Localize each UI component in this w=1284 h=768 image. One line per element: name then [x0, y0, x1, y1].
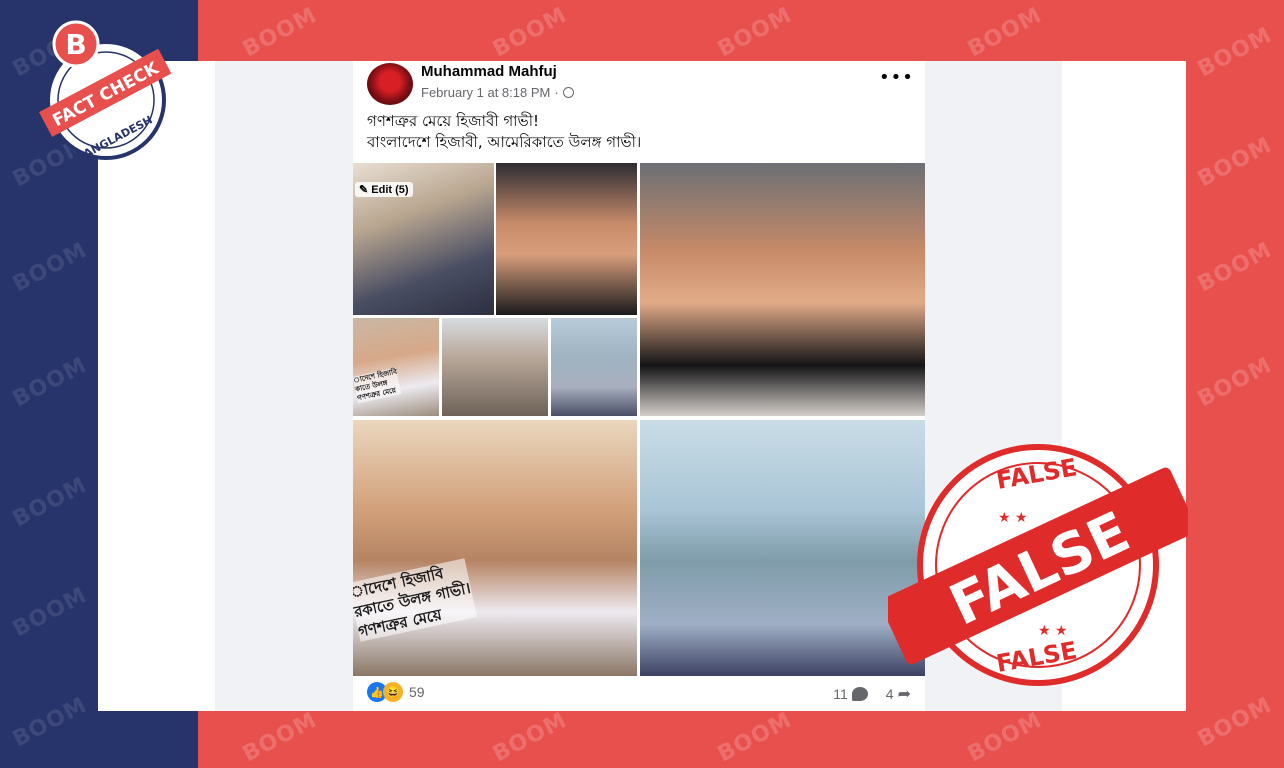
comment-count: 11 [833, 686, 848, 702]
meta-separator: · [554, 85, 559, 100]
post-caption: গণশত্রুর মেয়ে হিজাবী গাভী! বাংলাদেশে হি… [367, 111, 641, 153]
photo-girl-white-top-large[interactable]: াদেশে হিজাবি রকাতে উলঙ্গ গাভী। গণশত্রুর … [353, 420, 637, 676]
more-options-icon[interactable]: ••• [879, 67, 914, 88]
reactions-summary[interactable]: 👍 😆 59 [367, 682, 425, 702]
comments-stat[interactable]: 11 [833, 686, 868, 702]
facebook-post: Muhammad Mahfuj February 1 at 8:18 PM · … [353, 61, 925, 711]
photo-selfie-group-large[interactable] [640, 420, 925, 676]
post-timestamp[interactable]: February 1 at 8:18 PM [421, 85, 550, 100]
reaction-count: 59 [409, 684, 425, 700]
false-rating-stamp: FALSE FALSE FALSE ★ ★ ★ ★ [888, 444, 1188, 686]
photo-man-road[interactable] [442, 318, 548, 416]
edit-badge[interactable]: ✎ Edit (5) [355, 182, 413, 197]
caption-line: বাংলাদেশে হিজাবী, আমেরিকাতে উলঙ্গ গাভী। [367, 133, 642, 151]
post-meta: February 1 at 8:18 PM · [421, 85, 574, 100]
comment-icon [851, 687, 868, 701]
stamp-star-icon: ★ ★ [1038, 623, 1068, 639]
globe-icon [562, 87, 574, 98]
photo-selfie-group-small[interactable]: ✎ Edit (5) [353, 163, 494, 315]
photo-girl-black-top-small[interactable] [496, 163, 637, 315]
caption-line: গণশত্রুর মেয়ে হিজাবী গাভী! [367, 112, 540, 130]
photo-girl-hijab-small[interactable] [551, 318, 637, 416]
photo-girl-black-top-large[interactable] [640, 163, 925, 416]
boom-fact-check-logo: B FACT CHECK BANGLADESH [39, 20, 172, 164]
photo-overlay-text: াদেশে হিজাবি রকাতে উলঙ্গ গাভী। গণশত্রুর … [353, 558, 477, 642]
logo-letter: B [65, 28, 86, 61]
stamp-star-icon: ★ ★ [998, 510, 1028, 526]
photo-girl-white-top-small[interactable]: াদেশে হিজাবি কাতে উলঙ্গ গণশত্রুর মেয়ে [353, 318, 439, 416]
photo-overlay-text: াদেশে হিজাবি কাতে উলঙ্গ গণশত্রুর মেয়ে [353, 367, 402, 404]
author-avatar[interactable] [367, 63, 413, 105]
author-name[interactable]: Muhammad Mahfuj [421, 63, 557, 80]
haha-reaction-icon: 😆 [383, 682, 403, 702]
